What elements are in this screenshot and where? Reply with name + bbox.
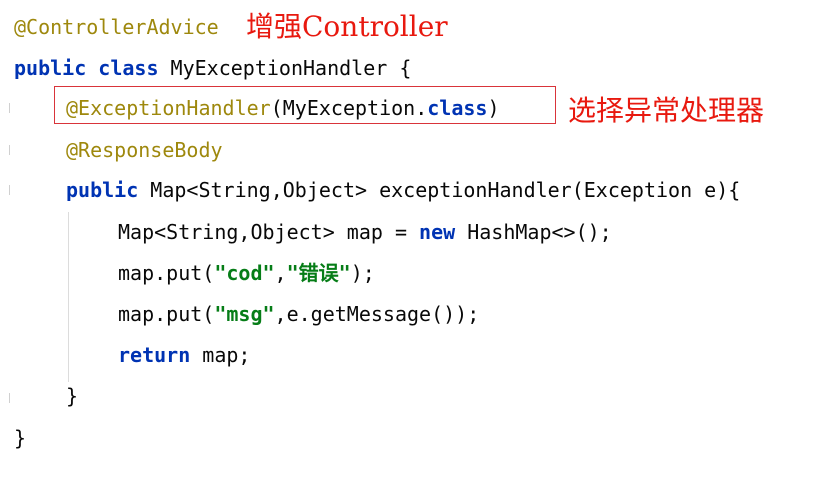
handler-note: 选择异常处理器 [568,94,765,127]
exception-handler-arg-open: (MyException [270,96,416,120]
class-declaration: MyExceptionHandler { [158,56,412,80]
indent-guide-method [68,212,69,382]
method-closing-brace: } [66,384,79,408]
string-msg: "msg" [214,302,275,326]
code-line-9: return map; [118,340,250,370]
controller-advice-annotation: @ControllerAdvice [14,15,219,39]
code-line-3: @ExceptionHandler(MyException.class) [66,93,500,123]
gutter-tick-2 [9,145,10,155]
map-put-call-2: map.put( [118,302,215,326]
hashmap-constructor: HashMap<>(); [455,220,612,244]
controller-note: 增强Controller [246,10,448,43]
code-line-1: @ControllerAdvice [14,12,219,42]
return-value: map; [190,343,251,367]
gutter-tick-3 [9,185,10,195]
code-line-11: } [14,423,26,453]
get-message-call: ,e.getMessage()); [274,302,480,326]
keyword-public-method: public [66,178,139,202]
exception-handler-dot: . [415,96,428,120]
gutter-tick-1 [9,103,10,113]
string-error: "错误" [286,261,351,285]
keyword-class-literal: class [427,96,488,120]
code-line-2: public class MyExceptionHandler { [14,53,411,83]
response-body-annotation: @ResponseBody [66,138,223,162]
code-line-10: } [66,381,78,411]
comma: , [274,261,287,285]
keyword-class: class [98,56,159,80]
call-end: ); [350,261,375,285]
gutter-tick-4 [9,393,10,403]
map-put-call-1: map.put( [118,261,215,285]
exception-handler-arg-close: ) [487,96,500,120]
code-line-4: @ResponseBody [66,135,223,165]
code-line-7: map.put("cod","错误"); [118,258,375,288]
method-signature: Map<String,Object> exceptionHandler(Exce… [138,178,741,202]
map-declaration: Map<String,Object> map = [118,220,420,244]
string-cod: "cod" [214,261,275,285]
keyword-new: new [419,220,456,244]
code-line-8: map.put("msg",e.getMessage()); [118,299,479,329]
exception-handler-annotation: @ExceptionHandler [66,96,271,120]
code-line-5: public Map<String,Object> exceptionHandl… [66,175,740,205]
keyword-public: public [14,56,87,80]
class-closing-brace: } [14,426,27,450]
keyword-return: return [118,343,191,367]
code-line-6: Map<String,Object> map = new HashMap<>()… [118,217,612,247]
